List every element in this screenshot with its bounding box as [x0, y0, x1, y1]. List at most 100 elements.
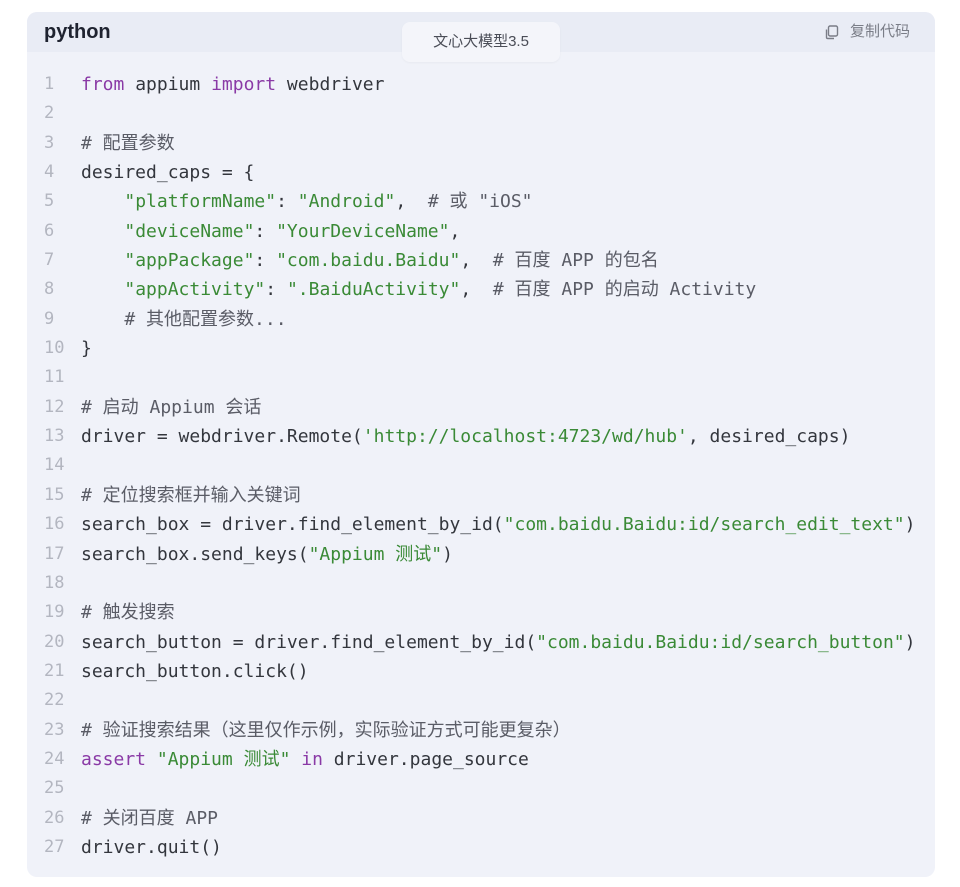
code-comment: # 验证搜索结果（这里仅作示例，实际验证方式可能更复杂）	[81, 719, 571, 741]
code-line: 23 # 验证搜索结果（这里仅作示例，实际验证方式可能更复杂）	[44, 716, 935, 745]
code-text: )	[904, 631, 916, 653]
code-comment: # 或 "iOS"	[427, 191, 533, 213]
code-string: "appPackage"	[124, 250, 255, 272]
code-line: 10}	[44, 334, 935, 363]
line-number: 26	[44, 807, 65, 828]
code-text: driver.quit()	[81, 836, 222, 858]
code-text: search_button.click()	[81, 660, 309, 682]
code-keyword: assert	[81, 748, 147, 770]
copy-icon[interactable]	[824, 24, 839, 40]
code-line: 27 driver.quit()	[44, 833, 935, 862]
code-line-content: driver.quit()	[81, 833, 222, 862]
code-line-content: search_box.send_keys("Appium 测试")	[81, 540, 453, 569]
code-line-content: "appActivity": ".BaiduActivity", # 百度 AP…	[81, 275, 756, 304]
code-body: 1 from appium import webdriver 2 3 # 配置参数 4 de…	[27, 52, 935, 877]
code-text: desired_caps = {	[81, 162, 255, 184]
code-string: ".BaiduActivity"	[286, 279, 461, 301]
line-number: 13	[44, 426, 65, 447]
line-number: 2	[44, 103, 55, 124]
line-number: 20	[44, 631, 65, 652]
code-line-content: # 验证搜索结果（这里仅作示例，实际验证方式可能更复杂）	[81, 716, 571, 745]
code-line: 16 search_box = driver.find_element_by_id…	[44, 510, 935, 539]
line-number: 11	[44, 367, 65, 388]
code-block-header: python 文心大模型3.5 复制代码	[27, 12, 935, 62]
code-keyword: import	[211, 74, 277, 95]
code-text: :	[254, 220, 277, 242]
code-line: 25	[44, 774, 935, 803]
code-text: )	[442, 543, 453, 565]
code-text: search_box = driver.find_element_by_id(	[81, 514, 504, 536]
language-label: python	[44, 21, 111, 43]
line-number: 16	[44, 514, 65, 535]
code-text: appium	[124, 74, 212, 95]
line-number: 12	[44, 396, 65, 417]
code-string: 'http://localhost:4723/wd/hub'	[362, 426, 688, 448]
line-number: 25	[44, 778, 65, 799]
line-number: 5	[44, 191, 55, 212]
code-line-content: # 其他配置参数...	[81, 305, 286, 334]
code-text: driver = webdriver.Remote(	[81, 426, 363, 448]
code-string: "YourDeviceName"	[276, 220, 450, 242]
code-text: driver.page_source	[322, 748, 529, 770]
code-string: "com.baidu.Baidu"	[276, 250, 461, 272]
code-comment: # 关闭百度 APP	[81, 807, 219, 829]
code-text: search_button = driver.find_element_by_i…	[81, 631, 537, 653]
line-number: 22	[44, 690, 65, 711]
code-line-content: # 触发搜索	[81, 598, 175, 627]
code-line: 6 "deviceName": "YourDeviceName",	[44, 217, 935, 246]
line-number: 1	[44, 74, 55, 94]
code-comment: # 启动 Appium 会话	[81, 396, 262, 418]
code-line-content: search_box = driver.find_element_by_id("…	[81, 510, 915, 539]
code-text: :	[254, 250, 277, 272]
code-line: 26 # 关闭百度 APP	[44, 804, 935, 833]
code-line: 3 # 配置参数	[44, 129, 935, 158]
line-number: 15	[44, 484, 65, 505]
code-line-content: # 启动 Appium 会话	[81, 393, 261, 422]
code-line-content: driver = webdriver.Remote('http://localh…	[81, 422, 850, 451]
copy-code-label[interactable]: 复制代码	[850, 22, 910, 42]
line-number: 21	[44, 660, 65, 681]
code-text: , desired_caps)	[687, 426, 851, 448]
code-line: 22	[44, 686, 935, 715]
code-line: 8 "appActivity": ".BaiduActivity", # 百度 …	[44, 275, 935, 304]
line-number: 7	[44, 250, 55, 271]
line-number: 10	[44, 338, 65, 359]
code-line-content: # 关闭百度 APP	[81, 804, 218, 833]
code-comment: # 百度 APP 的启动 Activity	[492, 279, 757, 301]
code-line: 24 assert "Appium 测试" in driver.page_sour…	[44, 745, 935, 774]
code-text: )	[904, 514, 916, 536]
line-number: 6	[44, 220, 55, 241]
code-text: ,	[460, 279, 493, 301]
code-line-content: "platformName": "Android", # 或 "iOS"	[81, 187, 533, 216]
code-line: 12 # 启动 Appium 会话	[44, 393, 935, 422]
line-number: 9	[44, 308, 55, 329]
code-line-content: # 配置参数	[81, 129, 175, 158]
line-number: 4	[44, 162, 55, 183]
code-string: "com.baidu.Baidu:id/search_button"	[536, 631, 905, 653]
code-text: ,	[395, 191, 428, 213]
code-text: :	[265, 279, 287, 301]
code-line: 13 driver = webdriver.Remote('http://loca…	[44, 422, 935, 451]
code-line-content: "appPackage": "com.baidu.Baidu", # 百度 AP…	[81, 246, 659, 275]
code-comment: # 定位搜索框并输入关键词	[81, 484, 301, 506]
code-line: 11	[44, 363, 935, 392]
code-line-content: desired_caps = {	[81, 158, 254, 187]
code-comment: # 百度 APP 的包名	[492, 250, 659, 272]
code-line-content: "deviceName": "YourDeviceName",	[81, 217, 460, 246]
copy-code-button[interactable]: 复制代码	[824, 22, 910, 42]
line-number: 14	[44, 455, 65, 476]
code-text: ,	[449, 220, 461, 242]
code-text: search_box.send_keys(	[81, 543, 309, 565]
line-number: 23	[44, 719, 65, 740]
code-line: 2	[44, 99, 935, 128]
code-line: 21 search_button.click()	[44, 657, 935, 686]
code-block: python 文心大模型3.5 复制代码 1 from appium import…	[27, 12, 935, 878]
code-string: "Appium 测试"	[308, 543, 443, 565]
code-text: }	[81, 338, 92, 360]
code-line: 9 # 其他配置参数...	[44, 305, 935, 334]
